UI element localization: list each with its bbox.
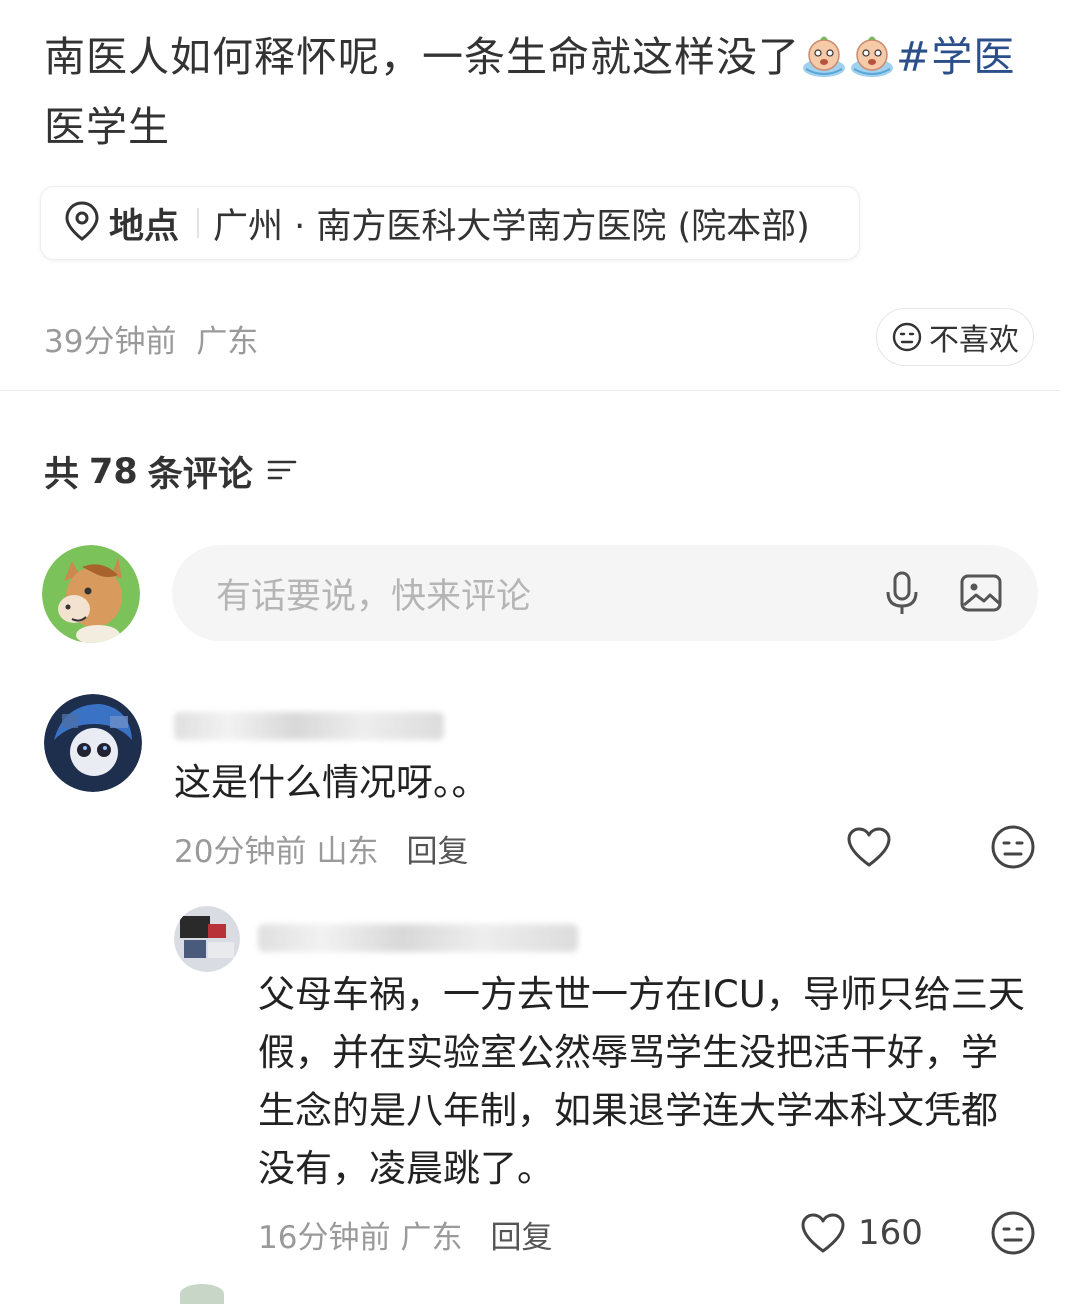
dislike-button[interactable]: 不喜欢 bbox=[876, 308, 1034, 366]
neutral-face-icon bbox=[990, 1210, 1036, 1256]
my-avatar[interactable] bbox=[42, 545, 140, 643]
comment-input-placeholder: 有话要说，快来评论 bbox=[216, 576, 532, 617]
heart-icon bbox=[800, 1212, 846, 1254]
reply-button[interactable]: 回复 bbox=[406, 826, 468, 871]
location-pin-icon bbox=[65, 201, 99, 245]
comment-meta: 20分钟前 山东 回复 bbox=[174, 826, 468, 871]
reply-text: 父母车祸，一方去世一方在ICU，导师只给三天 假，并在实验室公然辱骂学生没把活干… bbox=[258, 966, 1025, 1198]
post-region: 广东 bbox=[196, 324, 259, 360]
replier-username[interactable] bbox=[258, 924, 578, 952]
location-chip[interactable]: 地点 广州 · 南方医科大学南方医院 (院本部) bbox=[40, 186, 860, 260]
comment-region: 山东 bbox=[316, 834, 379, 870]
neutral-face-icon bbox=[990, 824, 1036, 870]
like-button[interactable] bbox=[846, 826, 892, 868]
neutral-face-icon bbox=[891, 321, 923, 353]
reply-text-line: 没有，凌晨跳了。 bbox=[258, 1147, 554, 1190]
sort-icon[interactable] bbox=[267, 452, 297, 492]
comments-prefix: 共 bbox=[44, 455, 80, 495]
crying-emoji-icon bbox=[800, 30, 848, 78]
post-title: 南医人如何释怀呢，一条生命就这样没了 #学医 医学生 bbox=[44, 22, 1044, 162]
replier-avatar[interactable] bbox=[174, 906, 240, 972]
post-time: 39分钟前 bbox=[44, 324, 177, 360]
dislike-icon-button[interactable] bbox=[990, 1210, 1036, 1256]
location-value: 广州 · 南方医科大学南方医院 (院本部) bbox=[213, 206, 810, 247]
comment-input[interactable]: 有话要说，快来评论 bbox=[172, 545, 1038, 641]
next-comment-avatar[interactable] bbox=[180, 1284, 224, 1304]
dislike-label: 不喜欢 bbox=[929, 323, 1019, 358]
hashtag-link[interactable]: #学医 bbox=[896, 33, 1015, 81]
commenter-username[interactable] bbox=[174, 712, 444, 740]
microphone-icon[interactable] bbox=[884, 570, 920, 616]
reply-meta: 16分钟前 广东 回复 bbox=[258, 1212, 552, 1257]
post-meta: 39分钟前 广东 bbox=[44, 316, 258, 361]
post-title-text: 南医人如何释怀呢，一条生命就这样没了 bbox=[44, 33, 800, 81]
reply-region: 广东 bbox=[400, 1220, 463, 1256]
post-title-line2: 医学生 bbox=[44, 103, 170, 151]
comment-text: 这是什么情况呀。。 bbox=[174, 761, 489, 804]
location-separator bbox=[197, 208, 200, 238]
dislike-icon-button[interactable] bbox=[990, 824, 1036, 870]
comments-header[interactable]: 共 78 条评论 bbox=[44, 446, 297, 497]
reply-time: 16分钟前 bbox=[258, 1220, 391, 1256]
reply-text-line: 假，并在实验室公然辱骂学生没把活干好，学 bbox=[258, 1031, 998, 1074]
image-icon[interactable] bbox=[960, 573, 1002, 613]
location-label: 地点 bbox=[109, 206, 180, 247]
heart-icon bbox=[846, 826, 892, 868]
like-button[interactable]: 160 bbox=[800, 1212, 923, 1254]
comment-time: 20分钟前 bbox=[174, 834, 307, 870]
reply-button[interactable]: 回复 bbox=[490, 1212, 552, 1257]
comments-suffix: 条评论 bbox=[147, 455, 253, 495]
reply-text-line: 生念的是八年制，如果退学连大学本科文凭都 bbox=[258, 1089, 998, 1132]
reply-text-line: 父母车祸，一方去世一方在ICU，导师只给三天 bbox=[258, 973, 1025, 1016]
commenter-avatar[interactable] bbox=[44, 694, 142, 792]
section-divider bbox=[0, 390, 1060, 391]
crying-emoji-icon bbox=[848, 30, 896, 78]
like-count: 160 bbox=[858, 1213, 923, 1253]
comments-count: 78 bbox=[89, 451, 138, 492]
